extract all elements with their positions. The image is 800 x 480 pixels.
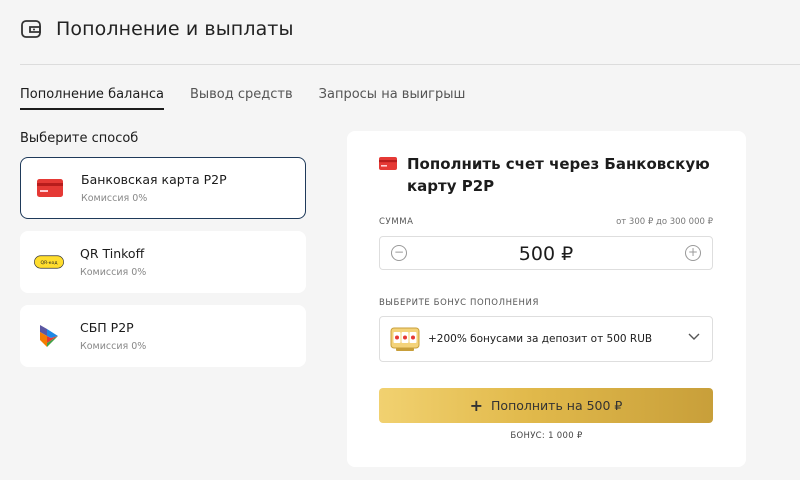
deposit-button-label: Пополнить на 500 ₽ <box>491 398 623 413</box>
plus-icon: + <box>469 396 484 415</box>
bonus-option: +200% бонусами за депозит от 500 RUB <box>428 333 653 345</box>
page-title: Пополнение и выплаты <box>56 18 294 40</box>
bonus-select[interactable]: +200% бонусами за депозит от 500 RUB <box>379 316 713 362</box>
wallet-icon <box>21 20 41 38</box>
amount-range: от 300 ₽ до 300 000 ₽ <box>616 217 713 227</box>
tab-bar: Пополнение баланса Вывод средств Запросы… <box>20 87 491 110</box>
deposit-title: Пополнить счет через Банковскую карту P2… <box>407 155 710 195</box>
chevron-down-icon[interactable] <box>688 333 700 341</box>
bank-card-icon <box>379 157 397 170</box>
deposit-title-row: Пополнить счет через Банковскую карту P2… <box>379 155 727 197</box>
method-name: QR Tinkoff <box>80 246 145 261</box>
tab-win-requests[interactable]: Запросы на выигрыш <box>319 87 466 110</box>
sbp-icon <box>34 324 64 348</box>
qr-code-icon-text: QR-код <box>41 260 58 266</box>
qr-code-icon: QR-код <box>34 254 64 270</box>
methods-heading: Выберите способ <box>20 131 139 146</box>
header-divider <box>20 64 800 65</box>
method-name: СБП P2P <box>80 320 134 335</box>
method-fee: Комиссия 0% <box>80 341 147 352</box>
plus-icon[interactable]: + <box>685 245 701 261</box>
method-bank-card[interactable]: Банковская карта P2P Комиссия 0% <box>20 157 306 219</box>
page-header: Пополнение и выплаты <box>20 18 294 40</box>
deposit-panel: Пополнить счет через Банковскую карту P2… <box>347 131 746 467</box>
amount-label: СУММА <box>379 217 414 227</box>
slot-machine-icon <box>390 327 420 351</box>
method-sbp[interactable]: СБП P2P Комиссия 0% <box>20 305 306 367</box>
amount-input[interactable]: 500 ₽ <box>380 243 712 265</box>
bank-card-icon <box>35 179 65 197</box>
tab-withdraw[interactable]: Вывод средств <box>190 87 293 110</box>
method-fee: Комиссия 0% <box>80 267 147 278</box>
method-qr-tinkoff[interactable]: QR-код QR Tinkoff Комиссия 0% <box>20 231 306 293</box>
bonus-label: ВЫБЕРИТЕ БОНУС ПОПОЛНЕНИЯ <box>379 298 539 308</box>
bonus-total: БОНУС: 1 000 ₽ <box>510 431 583 441</box>
tab-deposit[interactable]: Пополнение баланса <box>20 87 164 110</box>
amount-stepper: − 500 ₽ + <box>379 236 713 270</box>
method-name: Банковская карта P2P <box>81 172 227 187</box>
deposit-button[interactable]: + Пополнить на 500 ₽ <box>379 388 713 423</box>
method-fee: Комиссия 0% <box>81 193 148 204</box>
